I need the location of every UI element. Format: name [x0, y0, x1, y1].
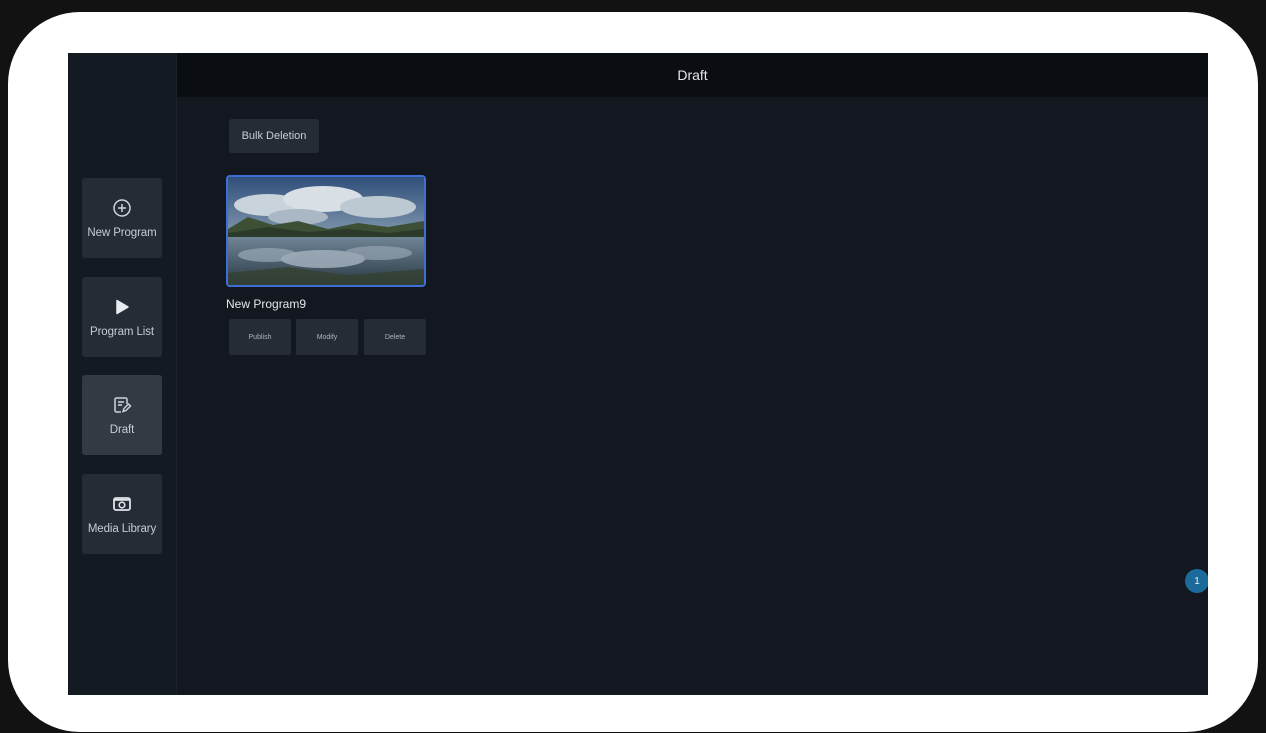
sidebar: New Program Program List Draft Media Lib… [68, 53, 177, 695]
page-title-bar: Draft [177, 53, 1208, 97]
landscape-thumbnail-image [228, 177, 424, 285]
sidebar-item-draft[interactable]: Draft [82, 375, 162, 455]
plus-circle-icon [111, 197, 133, 219]
draft-thumbnail[interactable] [226, 175, 426, 287]
bulk-deletion-button[interactable]: Bulk Deletion [229, 119, 319, 153]
edit-document-icon [111, 394, 133, 416]
media-library-icon [111, 493, 133, 515]
sidebar-item-label: Draft [109, 424, 135, 436]
app-screen: New Program Program List Draft Media Lib… [68, 53, 1208, 695]
delete-button[interactable]: Delete [364, 319, 426, 355]
sidebar-item-media-library[interactable]: Media Library [82, 474, 162, 554]
page-title: Draft [677, 67, 708, 83]
play-icon [111, 296, 133, 318]
modify-button[interactable]: Modify [296, 319, 358, 355]
sidebar-item-label: Program List [90, 326, 154, 338]
sidebar-item-new-program[interactable]: New Program [82, 178, 162, 258]
sidebar-item-label: Media Library [87, 523, 157, 535]
sidebar-item-program-list[interactable]: Program List [82, 277, 162, 357]
sidebar-item-label: New Program [87, 227, 157, 239]
publish-button[interactable]: Publish [229, 319, 291, 355]
draft-title: New Program9 [226, 297, 307, 311]
page-number-badge[interactable]: 1 [1185, 569, 1208, 593]
